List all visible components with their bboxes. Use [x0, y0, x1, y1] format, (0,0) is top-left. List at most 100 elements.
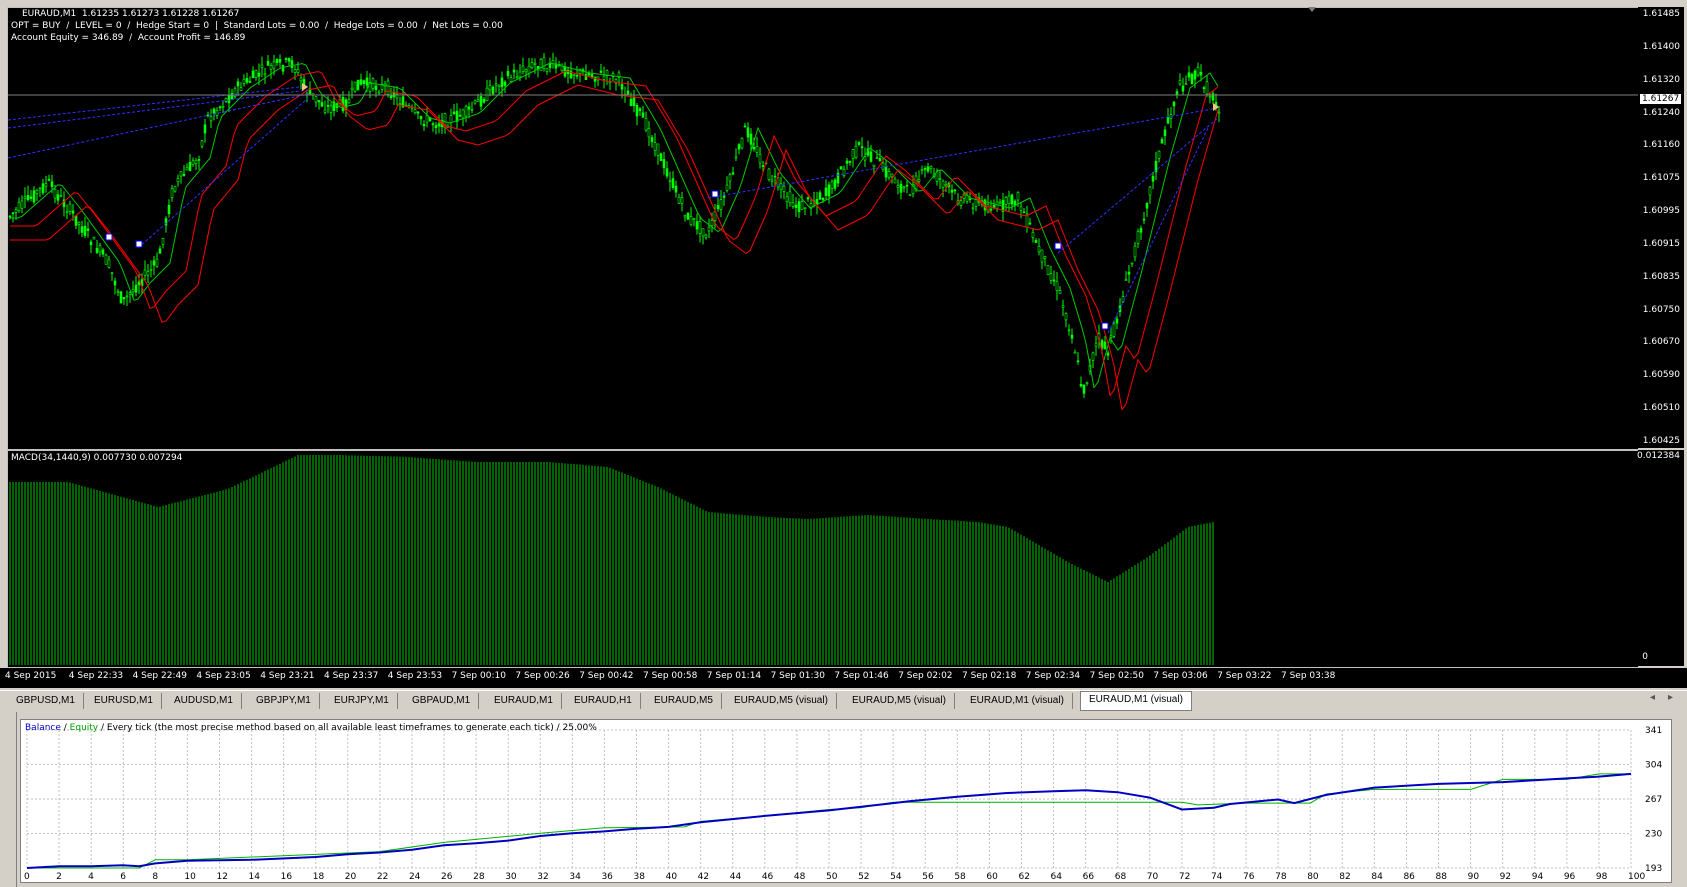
price-tick-label: 1.60590	[1642, 370, 1680, 381]
price-tick-label: 1.60670	[1642, 337, 1680, 348]
trade-axis-label: 22	[377, 872, 388, 882]
equity-line	[27, 773, 1631, 869]
time-tick-label: 7 Sep 02:18	[962, 671, 1017, 681]
trade-marker-icon	[711, 190, 719, 198]
time-tick-label: 4 Sep 22:33	[68, 671, 124, 681]
time-tick-label: 7 Sep 01:30	[770, 671, 825, 681]
price-chart-canvas	[8, 52, 1638, 411]
trade-axis-label: 96	[1564, 872, 1576, 882]
tester-side-strip[interactable]	[0, 712, 17, 887]
trade-axis-label: 8	[152, 872, 158, 882]
trend-line	[707, 107, 1219, 199]
macd-top-value: 0.012384	[1637, 451, 1680, 461]
chart-tab[interactable]: EURJPY,M1	[326, 693, 398, 709]
trade-axis-label: 80	[1307, 872, 1319, 882]
trade-axis-label: 76	[1243, 872, 1255, 882]
ma-fast-line	[10, 62, 1219, 389]
price-chart[interactable]: EURAUD,M1 1.61235 1.61273 1.61228 1.6126…	[7, 7, 1639, 450]
trade-axis-label: 62	[1018, 872, 1029, 882]
chart-tab[interactable]: EURAUD,M1 (visual)	[1080, 691, 1192, 711]
time-tick-label: 7 Sep 03:22	[1217, 671, 1272, 681]
trade-axis-label: 28	[473, 872, 485, 882]
equity-axis-label: 304	[1645, 761, 1662, 771]
price-tick-label: 1.60915	[1642, 238, 1680, 249]
chart-tab[interactable]: GBPJPY,M1	[248, 693, 320, 709]
trade-axis-label: 56	[922, 872, 934, 882]
chart-tab[interactable]: EURAUD,M5	[646, 693, 722, 709]
price-tick-label: 1.60750	[1642, 304, 1680, 315]
trade-axis-label: 34	[569, 872, 581, 882]
chart-tab[interactable]: EURAUD,M1	[486, 693, 562, 709]
ea-info-line-2: Account Equity = 346.89 / Account Profit…	[11, 33, 246, 43]
time-tick-label: 7 Sep 03:38	[1281, 671, 1336, 681]
trade-axis-label: 42	[698, 872, 709, 882]
price-tick-label: 1.61160	[1642, 140, 1680, 151]
price-tick-label: 1.61320	[1642, 74, 1680, 85]
trend-line	[137, 97, 309, 249]
shift-marker-icon[interactable]	[1308, 7, 1316, 12]
chart-tab[interactable]: EURAUD,M1 (visual)	[962, 693, 1073, 709]
trade-axis-label: 94	[1532, 872, 1544, 882]
time-tick-label: 7 Sep 00:10	[451, 671, 506, 681]
price-tick-label: 1.60425	[1642, 436, 1680, 446]
trade-axis-label: 24	[409, 872, 421, 882]
chart-tab[interactable]: EURUSD,M1	[86, 693, 162, 709]
chart-tab[interactable]: EURAUD,M5 (visual)	[726, 693, 837, 709]
chart-tab[interactable]: EURAUD,M5 (visual)	[844, 693, 955, 709]
equity-axis-label: 230	[1645, 830, 1662, 840]
macd-pane[interactable]: MACD(34,1440,9) 0.007730 0.007294	[7, 450, 1639, 668]
time-tick-label: 4 Sep 23:21	[260, 671, 315, 681]
macd-label: MACD(34,1440,9) 0.007730 0.007294	[11, 453, 183, 463]
trade-axis-label: 6	[120, 872, 126, 882]
current-price-label: 1.61267	[1640, 94, 1682, 104]
chart-tab[interactable]: GBPUSD,M1	[8, 693, 84, 709]
trade-axis-label: 38	[634, 872, 646, 882]
trade-axis-label: 90	[1468, 872, 1480, 882]
price-tick-label: 1.61400	[1642, 41, 1680, 52]
trade-axis-label: 32	[537, 872, 548, 882]
trade-marker-icon	[105, 233, 113, 241]
time-tick-label: 7 Sep 01:46	[834, 671, 889, 681]
trade-axis-label: 16	[281, 872, 293, 882]
time-tick-label: 4 Sep 22:49	[132, 671, 187, 681]
time-tick-label: 4 Sep 2015	[5, 671, 57, 681]
time-tick-label: 7 Sep 02:50	[1089, 671, 1144, 681]
trade-axis-label: 78	[1275, 872, 1287, 882]
trend-line	[8, 93, 309, 159]
tab-scroll-left-icon[interactable]: ◂	[1650, 692, 1655, 703]
trade-axis-label: 86	[1403, 872, 1415, 882]
trade-axis-label: 72	[1179, 872, 1190, 882]
trade-axis-label: 18	[313, 872, 325, 882]
trade-axis-label: 100	[1628, 872, 1645, 882]
time-tick-label: 4 Sep 23:37	[324, 671, 379, 681]
chart-tab[interactable]: GBPAUD,M1	[404, 693, 480, 709]
time-tick-label: 7 Sep 00:26	[515, 671, 570, 681]
time-tick-label: 7 Sep 00:42	[579, 671, 634, 681]
time-tick-label: 7 Sep 01:14	[706, 671, 762, 681]
chart-tab[interactable]: EURAUD,H1	[566, 693, 641, 709]
tester-graph[interactable]: 341 304 267 230 193 0 2 4 6 8 10 12 14 16 18 20 22 24 26 28…	[20, 719, 1672, 883]
price-tick-label: 1.60835	[1642, 271, 1680, 282]
tab-scroll-right-icon[interactable]: ▸	[1668, 692, 1673, 703]
trade-axis-label: 70	[1147, 872, 1159, 882]
legend-separator: /	[60, 723, 70, 733]
trend-line	[8, 85, 309, 121]
time-tick-label: 7 Sep 02:02	[898, 671, 953, 681]
trade-axis-label: 26	[441, 872, 453, 882]
trade-marker-icon	[1101, 322, 1109, 330]
trade-axis-label: 36	[601, 872, 613, 882]
legend-balance: Balance	[25, 723, 61, 733]
trade-axis-label: 68	[1115, 872, 1127, 882]
price-axis: 1.61267 1.61485 1.61400 1.61320 1.61240 1.61…	[1638, 7, 1684, 448]
price-tick-label: 1.61075	[1642, 173, 1680, 184]
chart-tab[interactable]: AUDUSD,M1	[166, 693, 242, 709]
trade-marker-icon	[135, 240, 143, 248]
legend-equity: Equity	[69, 723, 99, 733]
trade-axis-label: 54	[890, 872, 902, 882]
trade-axis-label: 20	[345, 872, 357, 882]
equity-axis-label: 267	[1645, 795, 1662, 805]
trade-axis-label: 92	[1500, 872, 1511, 882]
trade-axis-label: 98	[1596, 872, 1608, 882]
time-tick-label: 7 Sep 02:34	[1025, 671, 1081, 681]
trend-line	[8, 89, 309, 129]
